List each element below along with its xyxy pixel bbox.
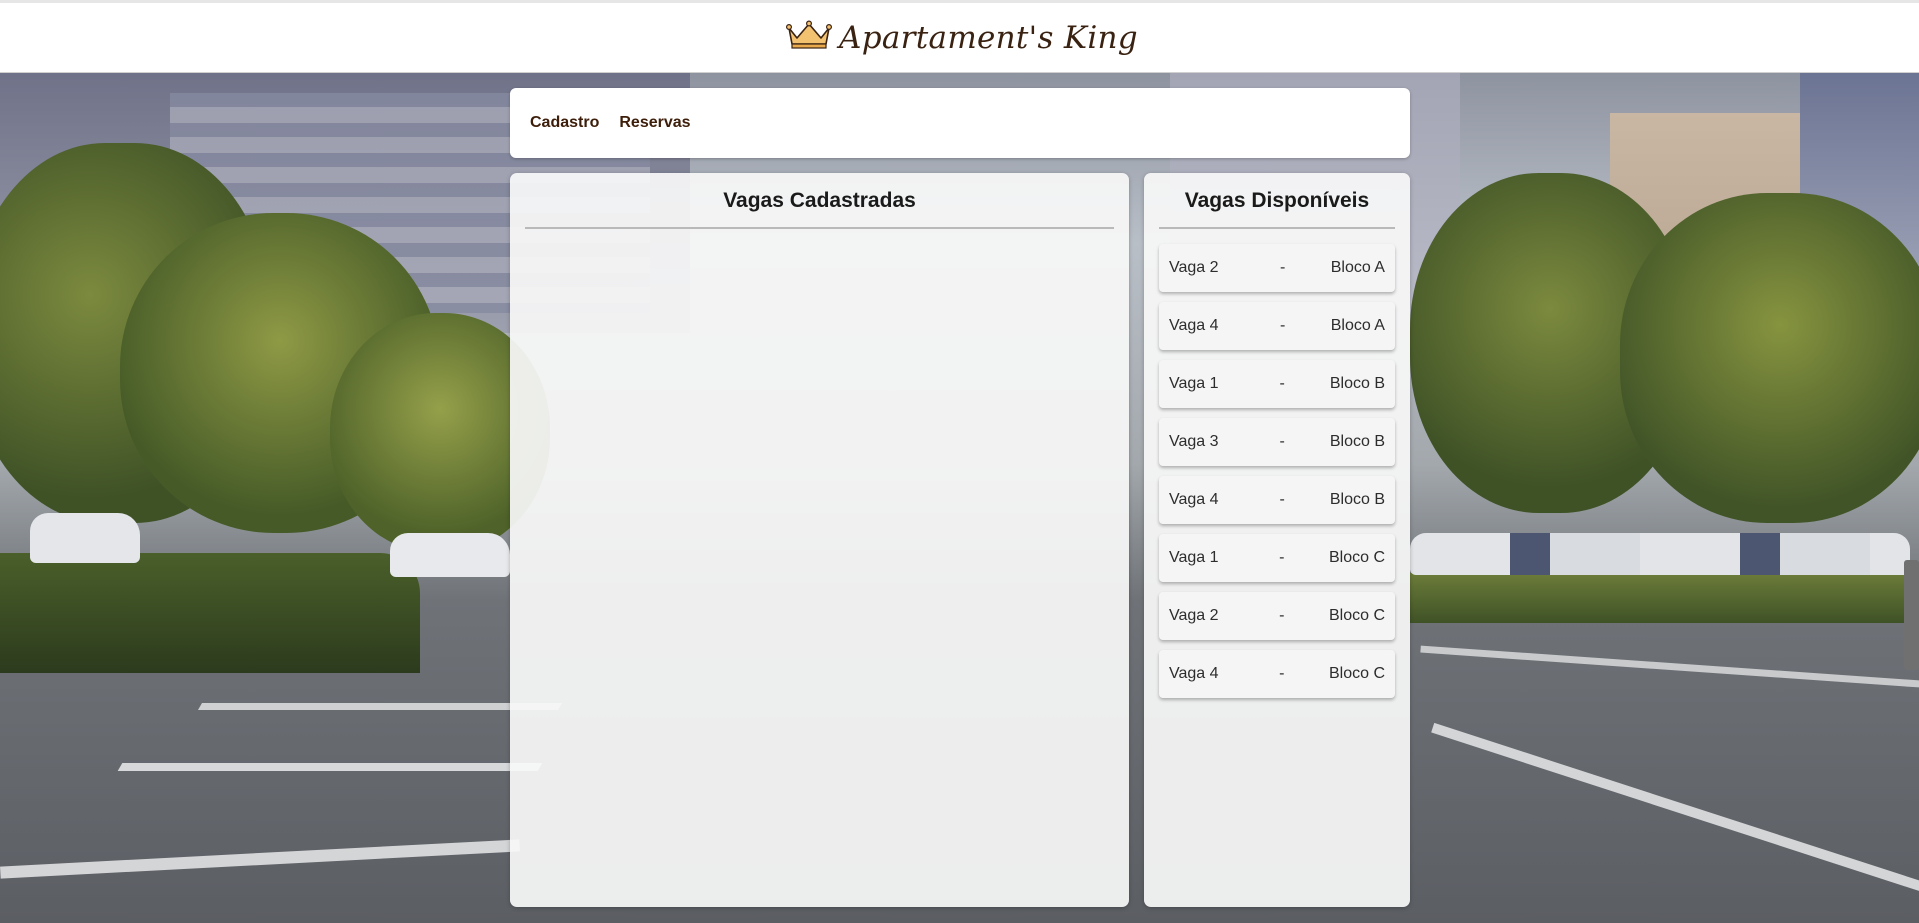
spot-block: Bloco B	[1329, 491, 1385, 508]
spot-item[interactable]: Vaga 4 - Bloco B	[1159, 476, 1395, 524]
registered-spots-title: Vagas Cadastradas	[723, 189, 916, 212]
spot-number: Vaga 1	[1169, 549, 1219, 566]
spot-number: Vaga 3	[1169, 433, 1219, 450]
spot-block: Bloco B	[1329, 433, 1385, 450]
spot-item[interactable]: Vaga 2 - Bloco C	[1159, 592, 1395, 640]
spot-number: Vaga 4	[1169, 317, 1219, 334]
spot-block: Bloco C	[1328, 549, 1385, 566]
registered-spots-list	[510, 229, 1129, 244]
spot-item[interactable]: Vaga 4 - Bloco A	[1159, 302, 1395, 350]
app-header: Apartament's King	[0, 3, 1919, 73]
spot-number: Vaga 4	[1169, 491, 1219, 508]
spot-item[interactable]: Vaga 3 - Bloco B	[1159, 418, 1395, 466]
nav-link-cadastro[interactable]: Cadastro	[530, 114, 599, 132]
main-nav: Cadastro Reservas	[510, 88, 1410, 158]
spot-separator: -	[1279, 433, 1285, 450]
spot-item[interactable]: Vaga 4 - Bloco C	[1159, 650, 1395, 698]
spot-block: Bloco A	[1330, 317, 1385, 334]
spot-separator: -	[1279, 607, 1285, 624]
spot-separator: -	[1279, 259, 1286, 276]
spot-block: Bloco C	[1328, 665, 1385, 682]
spot-block: Bloco B	[1329, 375, 1385, 392]
spot-number: Vaga 4	[1169, 665, 1219, 682]
spot-item[interactable]: Vaga 1 - Bloco C	[1159, 534, 1395, 582]
spot-number: Vaga 2	[1169, 607, 1219, 624]
spot-number: Vaga 2	[1169, 259, 1219, 276]
spot-block: Bloco C	[1328, 607, 1385, 624]
spot-block: Bloco A	[1330, 259, 1385, 276]
brand[interactable]: Apartament's King	[785, 20, 1138, 56]
brand-name: Apartament's King	[839, 19, 1138, 56]
spot-item[interactable]: Vaga 1 - Bloco B	[1159, 360, 1395, 408]
nav-link-reservas[interactable]: Reservas	[619, 114, 690, 132]
registered-spots-panel: Vagas Cadastradas	[510, 173, 1129, 907]
spot-separator: -	[1279, 317, 1286, 334]
spot-item[interactable]: Vaga 2 - Bloco A	[1159, 244, 1395, 292]
spot-separator: -	[1279, 491, 1285, 508]
spot-separator: -	[1279, 549, 1285, 566]
available-spots-list: Vaga 2 - Bloco A Vaga 4 - Bloco A Vaga 1…	[1144, 229, 1410, 698]
page-scrollbar[interactable]	[1904, 560, 1919, 670]
available-spots-title: Vagas Disponíveis	[1184, 189, 1370, 212]
spot-number: Vaga 1	[1169, 375, 1219, 392]
spot-separator: -	[1279, 375, 1285, 392]
spot-separator: -	[1279, 665, 1285, 682]
available-spots-panel: Vagas Disponíveis Vaga 2 - Bloco A Vaga …	[1144, 173, 1410, 907]
crown-icon	[785, 20, 833, 55]
